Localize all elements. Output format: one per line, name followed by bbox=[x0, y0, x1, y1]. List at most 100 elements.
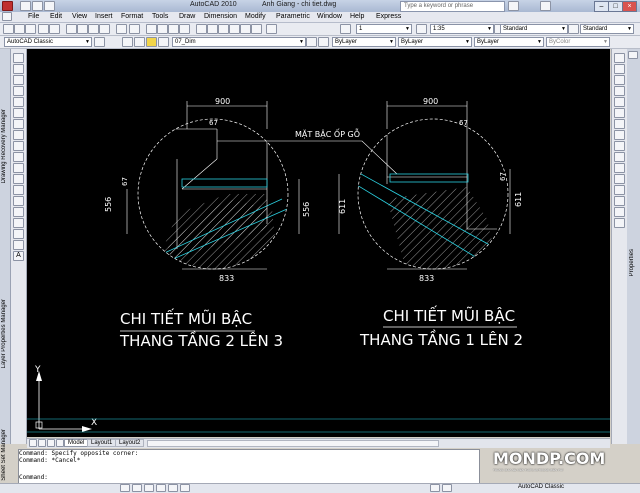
menu-draw[interactable]: Draw bbox=[179, 13, 195, 20]
fillet-icon[interactable] bbox=[614, 207, 625, 217]
layout-icon[interactable] bbox=[442, 484, 452, 492]
make-current-icon[interactable] bbox=[306, 37, 317, 47]
move-icon[interactable] bbox=[614, 108, 625, 118]
lineweight-select[interactable]: ByLayer ▼ bbox=[474, 37, 544, 47]
menu-modify[interactable]: Modify bbox=[245, 13, 266, 20]
scale-icon[interactable] bbox=[614, 130, 625, 140]
dim-scale-select[interactable]: 1:35 ▼ bbox=[430, 24, 494, 34]
trim-icon[interactable] bbox=[614, 152, 625, 162]
hatch-icon[interactable] bbox=[13, 207, 24, 217]
search-input[interactable]: Type a keyword or phrase bbox=[400, 1, 505, 12]
make-block-icon[interactable] bbox=[13, 185, 24, 195]
snap-icon[interactable] bbox=[120, 484, 130, 492]
text-style-select[interactable]: Standard ▼ bbox=[500, 24, 568, 34]
annotation-scale-icon[interactable] bbox=[340, 24, 351, 34]
cut-icon[interactable] bbox=[66, 24, 77, 34]
layer-freeze-icon[interactable] bbox=[158, 37, 169, 47]
sheet-set-icon[interactable] bbox=[229, 24, 240, 34]
tool-palettes-icon[interactable] bbox=[218, 24, 229, 34]
properties-tab[interactable]: Properties bbox=[629, 249, 635, 276]
design-center-icon[interactable] bbox=[207, 24, 218, 34]
table-icon[interactable] bbox=[13, 240, 24, 250]
color-select[interactable]: ByLayer ▼ bbox=[332, 37, 396, 47]
preview-icon[interactable] bbox=[49, 24, 60, 34]
markup-icon[interactable] bbox=[240, 24, 251, 34]
match-properties-icon[interactable] bbox=[99, 24, 110, 34]
save-icon[interactable] bbox=[44, 1, 55, 11]
dimstyle-icon[interactable] bbox=[416, 24, 427, 34]
plot-icon[interactable] bbox=[38, 24, 49, 34]
layer-properties-tab[interactable]: Layer Properties Manager bbox=[1, 299, 7, 368]
dim-style-icon[interactable] bbox=[568, 24, 579, 34]
qnew-icon[interactable] bbox=[3, 24, 14, 34]
tab-model[interactable]: Model bbox=[64, 439, 89, 447]
minimize-button[interactable]: – bbox=[594, 1, 609, 12]
join-icon[interactable] bbox=[614, 185, 625, 195]
mirror-icon[interactable] bbox=[614, 75, 625, 85]
paste-icon[interactable] bbox=[88, 24, 99, 34]
explode-icon[interactable] bbox=[614, 218, 625, 228]
help-icon[interactable] bbox=[540, 1, 551, 11]
prev-tab-icon[interactable] bbox=[38, 439, 46, 447]
layer-manager-icon[interactable] bbox=[122, 37, 133, 47]
open-icon[interactable] bbox=[14, 24, 25, 34]
menu-file[interactable]: File bbox=[28, 13, 39, 20]
point-icon[interactable] bbox=[13, 196, 24, 206]
layer-on-icon[interactable] bbox=[146, 37, 157, 47]
redo-icon[interactable] bbox=[129, 24, 140, 34]
gradient-icon[interactable] bbox=[13, 218, 24, 228]
construction-line-icon[interactable] bbox=[13, 64, 24, 74]
copy-object-icon[interactable] bbox=[614, 64, 625, 74]
properties-icon[interactable] bbox=[196, 24, 207, 34]
menu-express[interactable]: Express bbox=[376, 13, 401, 20]
region-icon[interactable] bbox=[13, 229, 24, 239]
osnap-icon[interactable] bbox=[168, 484, 178, 492]
zoom-previous-icon[interactable] bbox=[179, 24, 190, 34]
status-workspace[interactable]: AutoCAD Classic bbox=[518, 484, 564, 490]
offset-icon[interactable] bbox=[614, 86, 625, 96]
polygon-icon[interactable] bbox=[13, 86, 24, 96]
array-icon[interactable] bbox=[614, 97, 625, 107]
stretch-icon[interactable] bbox=[614, 141, 625, 151]
plotstyle-select[interactable]: ByColor ▼ bbox=[546, 37, 610, 47]
pan-icon[interactable] bbox=[146, 24, 157, 34]
command-prompt[interactable]: Command: bbox=[19, 474, 479, 481]
first-tab-icon[interactable] bbox=[29, 439, 37, 447]
search-icon[interactable] bbox=[508, 1, 519, 11]
copy-icon[interactable] bbox=[77, 24, 88, 34]
drawing-canvas[interactable]: 900 67 67 556 556 833 CHI TIẾT MŨI BẬC T… bbox=[27, 49, 610, 437]
last-tab-icon[interactable] bbox=[56, 439, 64, 447]
undo-icon[interactable] bbox=[116, 24, 127, 34]
annotation-number-select[interactable]: 1 ▼ bbox=[356, 24, 412, 34]
menu-dimension[interactable]: Dimension bbox=[204, 13, 237, 20]
extend-icon[interactable] bbox=[614, 163, 625, 173]
circle-icon[interactable] bbox=[13, 119, 24, 129]
ellipse-icon[interactable] bbox=[13, 152, 24, 162]
arc-icon[interactable] bbox=[13, 108, 24, 118]
polar-icon[interactable] bbox=[156, 484, 166, 492]
workspace-settings-icon[interactable] bbox=[94, 37, 105, 47]
horizontal-scrollbar[interactable] bbox=[147, 440, 439, 447]
zoom-window-icon[interactable] bbox=[168, 24, 179, 34]
break-icon[interactable] bbox=[614, 174, 625, 184]
insert-block-icon[interactable] bbox=[13, 174, 24, 184]
grid-icon[interactable] bbox=[132, 484, 142, 492]
close-button[interactable]: × bbox=[622, 1, 637, 12]
palette-close-icon[interactable] bbox=[628, 51, 638, 59]
sheet-set-tab[interactable]: Sheet Set Manager bbox=[1, 429, 7, 481]
otrack-icon[interactable] bbox=[180, 484, 190, 492]
maximize-button[interactable]: □ bbox=[608, 1, 623, 12]
rotate-icon[interactable] bbox=[614, 119, 625, 129]
chamfer-icon[interactable] bbox=[614, 196, 625, 206]
erase-icon[interactable] bbox=[614, 53, 625, 63]
menu-edit[interactable]: Edit bbox=[50, 13, 62, 20]
menu-help[interactable]: Help bbox=[350, 13, 364, 20]
menu-view[interactable]: View bbox=[72, 13, 87, 20]
tab-layout1[interactable]: Layout1 bbox=[87, 439, 117, 447]
dim-style-select[interactable]: Standard ▼ bbox=[580, 24, 634, 34]
ellipse-arc-icon[interactable] bbox=[13, 163, 24, 173]
layer-previous-icon[interactable] bbox=[318, 37, 329, 47]
polyline-icon[interactable] bbox=[13, 75, 24, 85]
tab-layout2[interactable]: Layout2 bbox=[115, 439, 145, 447]
save-icon[interactable] bbox=[25, 24, 36, 34]
